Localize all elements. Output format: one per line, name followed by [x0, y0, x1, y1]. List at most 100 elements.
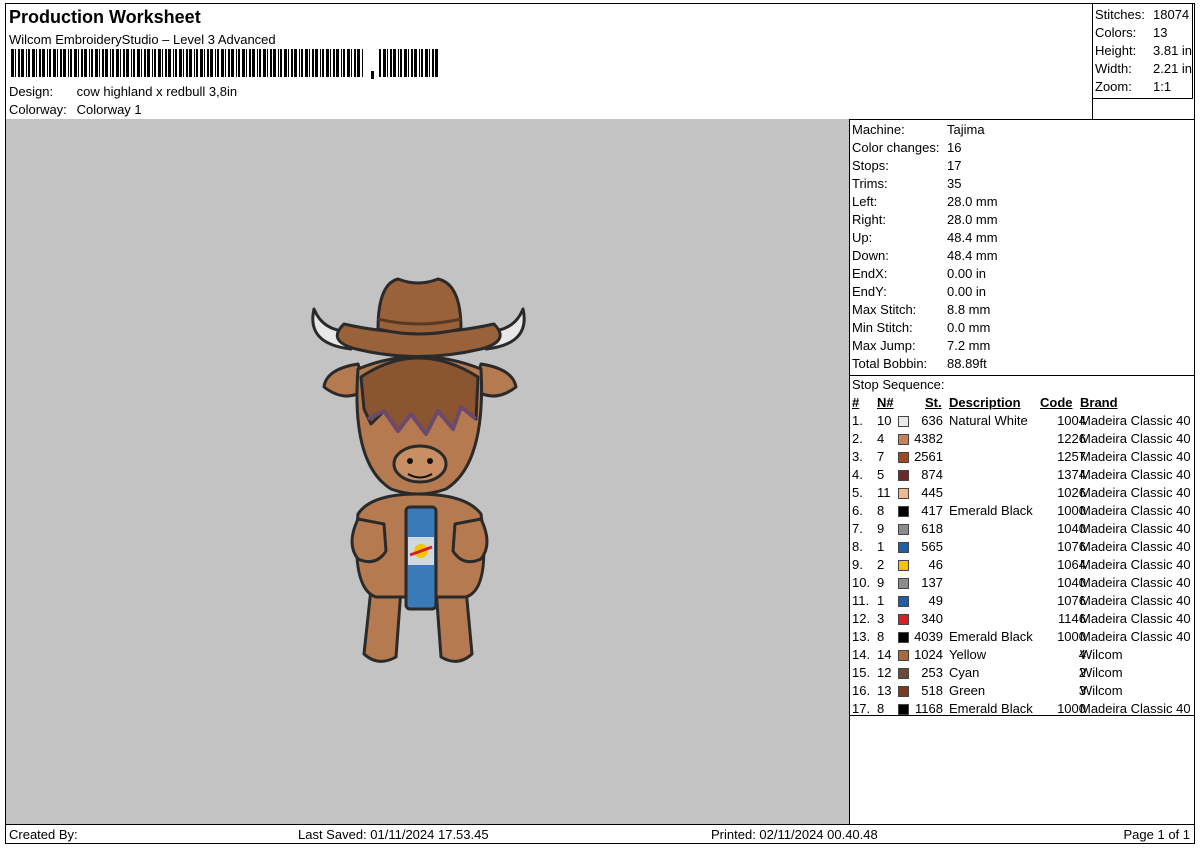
machine-info-row: EndY: 0.00 in	[852, 284, 986, 299]
barcode-bar	[141, 49, 142, 77]
barcode-bar	[257, 49, 258, 77]
machine-info-value: 28.0 mm	[947, 212, 998, 227]
barcode-bar	[42, 49, 45, 77]
thread-description: Cyan	[949, 665, 980, 680]
worksheet-footer: Created By: Last Saved: 01/11/2024 17.53…	[6, 824, 1194, 844]
stitch-count: 618	[921, 521, 943, 536]
stop-sequence-row: 5. 11 445 1026 Madeira Classic 40	[849, 485, 1195, 503]
thread-color-swatch	[898, 596, 909, 607]
thread-description: Yellow	[949, 647, 987, 662]
barcode-bar	[112, 49, 114, 77]
machine-info-label: Trims:	[852, 176, 888, 191]
thread-brand: Madeira Classic 40	[1080, 593, 1191, 608]
thread-color-swatch	[898, 524, 909, 535]
machine-info-row: Color changes: 16	[852, 140, 961, 155]
barcode-bar	[123, 49, 125, 77]
stop-number: 12.	[852, 611, 871, 626]
barcode-bar	[207, 49, 209, 77]
barcode-bar	[267, 49, 268, 77]
machine-info-value: 16	[947, 140, 962, 155]
thread-brand: Wilcom	[1080, 683, 1123, 698]
machine-info-label: Stops:	[852, 158, 889, 173]
barcode-bar	[120, 49, 121, 77]
barcode-bar	[74, 49, 77, 77]
stop-sequence-row: 2. 4 4382 1226 Madeira Classic 40	[849, 431, 1195, 449]
barcode-bar	[183, 49, 184, 77]
barcode-bar	[57, 49, 58, 77]
barcode-bar	[309, 49, 310, 77]
barcode-bar	[89, 49, 90, 77]
barcode-bar	[137, 49, 140, 77]
barcode-bar	[398, 49, 399, 77]
barcode-bar	[371, 71, 374, 79]
barcode-bar	[47, 49, 48, 77]
stitch-count: 4039	[914, 629, 943, 644]
barcode-bar	[158, 49, 161, 77]
barcode-bar	[105, 49, 108, 77]
thread-brand: Madeira Classic 40	[1080, 557, 1191, 572]
barcode-bar	[299, 49, 300, 77]
stop-number: 13.	[852, 629, 871, 644]
barcode-bar	[393, 49, 396, 77]
machine-info-label: Up:	[852, 230, 873, 245]
stop-number: 8.	[852, 539, 863, 554]
barcode-bar	[270, 49, 272, 77]
thread-color-swatch	[898, 560, 909, 571]
barcode-bar	[336, 49, 339, 77]
barcode-bar	[63, 49, 66, 77]
barcode-bar	[362, 49, 363, 77]
stop-number: 15.	[852, 665, 871, 680]
machine-info-value: 17	[947, 158, 962, 173]
machine-info-value: 0.0 mm	[947, 320, 991, 335]
barcode-bar	[154, 49, 156, 77]
stop-number: 11.	[852, 593, 870, 608]
stitch-count: 4382	[914, 431, 943, 446]
barcode-bar	[284, 49, 287, 77]
barcode-bar	[147, 49, 150, 77]
machine-info-value: Tajima	[947, 122, 985, 137]
barcode-bar	[194, 49, 195, 77]
stop-number: 16.	[852, 683, 871, 698]
barcode-graphic	[11, 49, 438, 79]
stop-number: 3.	[852, 449, 863, 464]
barcode-bar	[305, 49, 308, 77]
barcode-bar	[238, 49, 240, 77]
stop-number: 17.	[852, 701, 871, 716]
thread-code: 1257	[1057, 449, 1086, 464]
machine-info-label: Total Bobbin:	[852, 356, 928, 371]
thread-color-swatch	[898, 506, 909, 517]
barcode-bar	[26, 49, 27, 77]
design-preview	[6, 119, 850, 825]
barcode-bar	[429, 49, 430, 77]
barcode-bar	[320, 49, 321, 77]
needle-number: 13	[877, 683, 892, 698]
barcode-bar	[133, 49, 135, 77]
stop-number: 6.	[852, 503, 863, 518]
stitch-count: 49	[928, 593, 943, 608]
software-subtitle: Wilcom EmbroideryStudio – Level 3 Advanc…	[9, 32, 276, 47]
barcode-bar	[273, 49, 276, 77]
machine-info-value: 35	[947, 176, 962, 191]
needle-number: 11	[877, 485, 891, 500]
barcode-bar	[179, 49, 182, 77]
barcode-bar	[288, 49, 289, 77]
stitch-count: 417	[921, 503, 943, 518]
thread-brand: Madeira Classic 40	[1080, 611, 1191, 626]
barcode-bar	[210, 49, 213, 77]
stop-number: 7.	[852, 521, 863, 536]
barcode-bar	[215, 49, 216, 77]
stitch-count: 445	[921, 485, 943, 500]
header-code: Code	[1040, 395, 1073, 410]
printed-date: Printed: 02/11/2024 00.40.48	[711, 827, 878, 842]
needle-number: 3	[877, 611, 885, 626]
thread-description: Emerald Black	[949, 701, 1033, 716]
stitch-count: 46	[928, 557, 943, 572]
stop-sequence-row: 6. 8 417 Emerald Black 1000 Madeira Classic 4…	[849, 503, 1195, 521]
needle-number: 1	[877, 593, 885, 608]
thread-color-swatch	[898, 686, 909, 697]
thread-color-swatch	[898, 650, 909, 661]
barcode-bar	[28, 49, 30, 77]
barcode-bar	[231, 49, 234, 77]
stop-sequence-row: 7. 9 618 1040 Madeira Classic 40	[849, 521, 1195, 539]
barcode-bar	[242, 49, 245, 77]
